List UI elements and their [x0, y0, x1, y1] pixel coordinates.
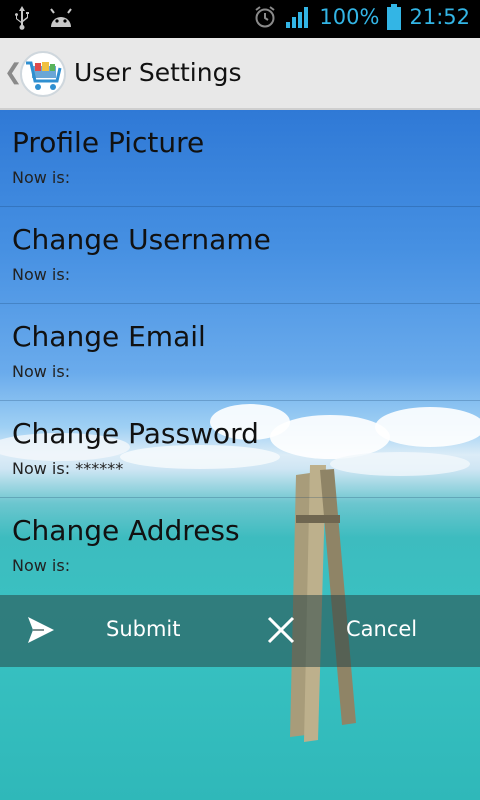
setting-change-username[interactable]: Change Username Now is: [0, 207, 480, 304]
settings-list: Profile Picture Now is: Change Username … [0, 110, 480, 595]
setting-profile-picture[interactable]: Profile Picture Now is: [0, 110, 480, 207]
page-title: User Settings [74, 58, 242, 87]
cancel-label: Cancel [346, 617, 418, 641]
setting-change-password[interactable]: Change Password Now is: ****** [0, 401, 480, 498]
setting-title: Change Email [12, 320, 206, 353]
alarm-icon [253, 5, 277, 29]
setting-current-value: Now is: [12, 168, 71, 187]
submit-label: Submit [106, 617, 181, 641]
clock: 21:52 [409, 5, 470, 29]
status-bar: 100% 21:52 [0, 0, 480, 38]
setting-current-value: Now is: ****** [12, 459, 124, 478]
battery-percent: 100% [319, 5, 380, 29]
battery-icon [387, 4, 402, 30]
setting-title: Change Username [12, 223, 271, 256]
setting-title: Change Password [12, 417, 259, 450]
setting-title: Profile Picture [12, 126, 205, 159]
setting-change-address[interactable]: Change Address Now is: [0, 498, 480, 595]
setting-current-value: Now is: [12, 556, 71, 575]
signal-icon [285, 5, 311, 29]
android-icon [48, 7, 74, 29]
usb-icon [14, 6, 30, 30]
action-bar: ❮ User Settings [0, 38, 480, 110]
close-icon [266, 615, 296, 649]
send-icon [26, 615, 56, 649]
submit-button[interactable]: Submit [0, 595, 240, 667]
setting-change-email[interactable]: Change Email Now is: [0, 304, 480, 401]
setting-current-value: Now is: [12, 362, 71, 381]
shopping-cart-app-icon[interactable] [20, 51, 66, 97]
setting-current-value: Now is: [12, 265, 71, 284]
setting-title: Change Address [12, 514, 240, 547]
settings-content: Profile Picture Now is: Change Username … [0, 110, 480, 800]
action-buttons-row: Submit Cancel [0, 595, 480, 667]
cancel-button[interactable]: Cancel [240, 595, 480, 667]
